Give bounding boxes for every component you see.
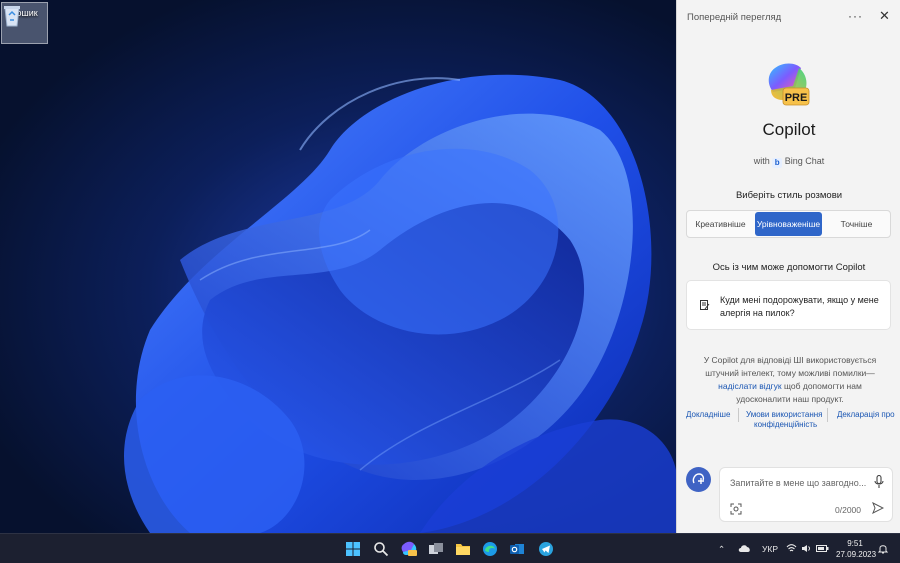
taskbar: ⌃ УКР 9:51 27.09.2023 xyxy=(0,533,900,563)
telegram-icon[interactable] xyxy=(538,541,554,557)
panel-title: Попередній перегляд xyxy=(687,12,782,23)
feedback-link[interactable]: надіслати відгук xyxy=(718,381,781,391)
send-icon[interactable] xyxy=(872,502,884,514)
with-prefix: with xyxy=(753,156,770,166)
recycle-bin-shortcut[interactable]: Кошик xyxy=(1,2,48,44)
declaration-link[interactable]: Декларація про xyxy=(837,410,895,419)
notification-bell-icon[interactable] xyxy=(878,543,888,555)
windows-start-icon[interactable] xyxy=(345,541,361,557)
bloom-wallpaper-art xyxy=(123,74,676,533)
ellipsis-icon[interactable]: ··· xyxy=(848,9,863,23)
desktop-wallpaper: Кошик xyxy=(0,0,676,533)
file-explorer-icon[interactable] xyxy=(455,541,471,557)
style-precise-button[interactable]: Точніше xyxy=(823,211,890,237)
image-search-icon[interactable] xyxy=(730,503,742,515)
app-name: Copilot xyxy=(762,120,816,139)
recycle-bin-icon xyxy=(4,6,20,27)
conversation-style-selector: Креативніше Урівноваженіше Точніше xyxy=(686,210,891,238)
new-topic-icon xyxy=(692,473,705,484)
new-topic-button[interactable] xyxy=(686,467,711,492)
volume-icon[interactable] xyxy=(801,544,812,553)
language-indicator[interactable]: УКР xyxy=(762,534,778,563)
close-icon[interactable]: ✕ xyxy=(879,8,890,24)
terms-link[interactable]: Умови використання xyxy=(746,410,822,419)
chat-input[interactable]: Запитайте в мене що завгодно... xyxy=(730,478,866,488)
divider xyxy=(738,408,739,422)
task-view-icon[interactable] xyxy=(428,541,444,557)
copilot-icon[interactable] xyxy=(401,541,417,557)
compose-icon xyxy=(700,300,710,310)
system-clock[interactable]: 9:51 27.09.2023 xyxy=(836,538,877,560)
search-icon[interactable] xyxy=(373,541,389,557)
disclaimer-text-1: У Copilot для відповіді ШІ використовуєт… xyxy=(703,355,877,378)
microphone-icon[interactable] xyxy=(874,475,884,489)
bing-chat-label: Bing Chat xyxy=(784,156,825,166)
battery-icon[interactable] xyxy=(816,545,829,552)
preview-badge: PRE xyxy=(784,92,808,104)
clock-time: 9:51 xyxy=(847,539,863,548)
suggestion-card[interactable]: Куди мені подорожувати, якщо у мене алер… xyxy=(686,280,891,330)
with-bing-chat: with b Bing Chat xyxy=(677,156,900,168)
divider xyxy=(827,408,828,422)
wifi-icon[interactable] xyxy=(786,544,797,553)
edge-icon[interactable] xyxy=(482,541,498,557)
weather-cloud-icon[interactable] xyxy=(738,544,751,553)
style-balanced-button[interactable]: Урівноваженіше xyxy=(755,212,822,236)
clock-date: 27.09.2023 xyxy=(836,550,877,559)
help-heading: Ось із чим може допомогти Copilot xyxy=(712,262,866,273)
chat-input-box[interactable]: Запитайте в мене що завгодно... 0/2000 xyxy=(719,467,893,522)
copilot-panel: Попередній перегляд ··· ✕ PRE Copilot wi… xyxy=(676,0,900,533)
outlook-icon[interactable] xyxy=(509,541,525,557)
privacy-link[interactable]: конфіденційність xyxy=(754,420,817,429)
style-creative-button[interactable]: Креативніше xyxy=(687,211,754,237)
suggestion-text: Куди мені подорожувати, якщо у мене алер… xyxy=(720,295,879,318)
character-counter: 0/2000 xyxy=(835,505,861,515)
show-hidden-icons-icon[interactable]: ⌃ xyxy=(718,534,725,563)
learn-more-link[interactable]: Докладніше xyxy=(686,410,730,419)
ai-disclaimer: У Copilot для відповіді ШІ використовуєт… xyxy=(695,354,885,406)
style-heading: Виберіть стиль розмови xyxy=(735,190,843,201)
bing-icon: b xyxy=(772,158,783,168)
